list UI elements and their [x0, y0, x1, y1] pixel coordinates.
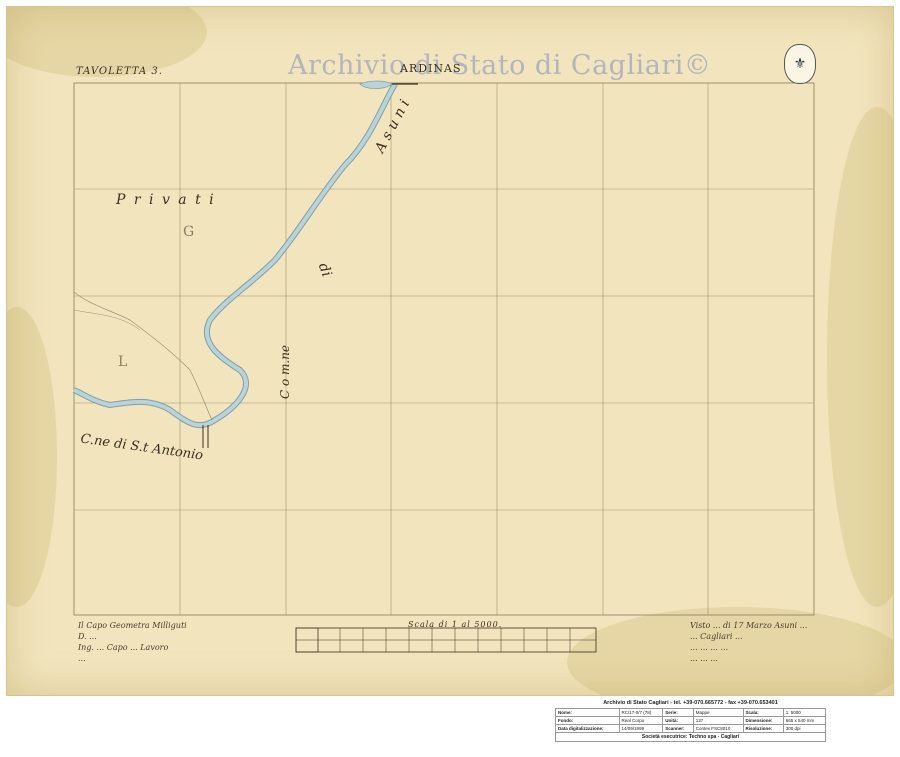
map-frame: [73, 82, 815, 616]
info-table: Nome: RC/17-0/7 (78) Serie: Mappe Scala: 1:…: [555, 708, 827, 733]
info-header: Archivio di Stato Cagliari - tel. +39-07…: [603, 700, 778, 706]
zone-letter-g: G: [183, 224, 195, 240]
info-footer: Società esecutrice: Techno spa - Cagliar…: [555, 733, 826, 742]
place-label-privati: P r i v a t i: [116, 192, 216, 208]
scale-bar: [295, 627, 597, 653]
place-label-com: C o m.ne: [278, 344, 293, 400]
archive-info-box: Archivio di Stato Cagliari - tel. +39-07…: [555, 698, 827, 754]
scale-title: Scala di 1 al 5000.: [408, 620, 503, 629]
river: [73, 83, 397, 428]
sheet-number: TAVOLETTA 3.: [76, 66, 163, 77]
signature-block-left: Il Capo Geometra Milliguti D. ... Ing. .…: [78, 621, 187, 663]
watermark: Archivio di Stato di Cagliari©: [288, 50, 712, 81]
place-label-top: ARDINAS: [400, 62, 462, 75]
river-pool: [359, 80, 393, 89]
table-row: Fondo: Real Corpo Unità: 137 Dimensione: 66…: [555, 716, 827, 725]
coat-of-arms-icon: ⚜: [784, 44, 816, 84]
signature-block-right: Visto ... di 17 Marzo Asuni ... ... Cagl…: [690, 621, 808, 663]
river-bank: [72, 82, 398, 429]
table-row: Data digitalizzazione: 14/09/1999 Scanner…: [555, 724, 827, 733]
zone-letter-l: L: [118, 354, 128, 370]
table-row: Nome: RC/17-0/7 (78) Serie: Mappe Scala: 1:…: [555, 708, 827, 717]
grid-lines: [74, 83, 814, 615]
